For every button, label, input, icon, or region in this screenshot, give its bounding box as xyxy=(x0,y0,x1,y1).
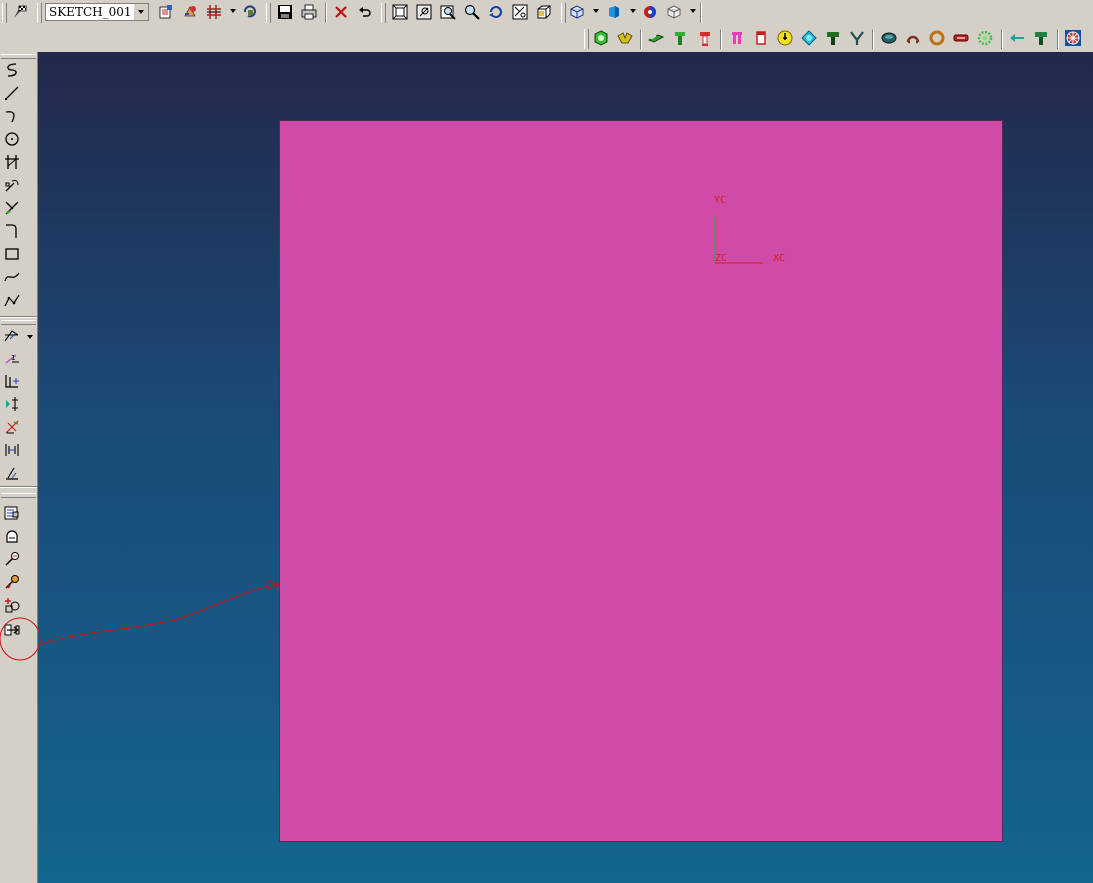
toolbar-separator xyxy=(872,29,874,49)
toolbar-separator xyxy=(640,29,642,49)
update-model-icon[interactable] xyxy=(240,2,260,22)
z-axis-label: ZC xyxy=(715,253,728,264)
shaded-icon[interactable] xyxy=(604,2,624,22)
pad-icon[interactable] xyxy=(727,28,747,48)
toolbar-grip[interactable] xyxy=(2,3,7,23)
toolbar-separator xyxy=(0,486,37,488)
view-cube-icon[interactable] xyxy=(534,2,554,22)
toolbar-separator xyxy=(1057,29,1059,49)
toolbar-grip[interactable] xyxy=(561,3,566,23)
arc-icon[interactable] xyxy=(2,106,22,126)
wireframe-icon[interactable] xyxy=(567,2,587,22)
edit-parameter-icon[interactable] xyxy=(2,572,22,592)
add-existing-icon[interactable] xyxy=(2,595,22,615)
project-curve-icon[interactable] xyxy=(2,526,22,546)
tree-icon[interactable] xyxy=(1031,28,1051,48)
fit-icon[interactable] xyxy=(390,2,410,22)
rectangle-icon[interactable] xyxy=(2,244,22,264)
sketch-name-select[interactable]: SKETCH_001 xyxy=(45,3,149,21)
boss-icon[interactable] xyxy=(670,28,690,48)
parallel-dim-icon[interactable] xyxy=(2,463,22,483)
gear-icon[interactable] xyxy=(975,28,995,48)
toolbar-separator xyxy=(720,29,722,49)
convert-reference-icon[interactable] xyxy=(2,620,22,640)
corner-icon[interactable] xyxy=(2,221,22,241)
dropdown-arrow-icon[interactable] xyxy=(630,9,636,13)
slot-icon[interactable] xyxy=(823,28,843,48)
sketch-name-value: SKETCH_001 xyxy=(49,5,132,19)
feature-yellow-icon[interactable] xyxy=(615,28,635,48)
chevron-down-icon[interactable] xyxy=(133,4,148,20)
x-axis-label: XC xyxy=(773,253,786,264)
dropdown-arrow-icon[interactable] xyxy=(690,9,696,13)
rotate-icon[interactable] xyxy=(486,2,506,22)
line-icon[interactable] xyxy=(2,83,22,103)
zoom-in-icon[interactable] xyxy=(462,2,482,22)
settings-wheel-icon[interactable] xyxy=(1063,28,1083,48)
perspective-icon[interactable] xyxy=(510,2,530,22)
pocket-icon[interactable] xyxy=(695,28,715,48)
render-icon[interactable] xyxy=(664,2,684,22)
red-bar-icon[interactable] xyxy=(951,28,971,48)
toolbar-grip[interactable] xyxy=(1,493,36,498)
toolbar-grip[interactable] xyxy=(266,3,271,23)
polyline-icon[interactable] xyxy=(2,290,22,310)
toolbar-separator xyxy=(325,3,327,23)
perpendicular-dim-icon[interactable]: 1 xyxy=(2,348,22,368)
circle-icon[interactable] xyxy=(2,129,22,149)
svg-text:1: 1 xyxy=(11,354,15,362)
orient-view-icon[interactable] xyxy=(156,2,176,22)
feature-toolbar xyxy=(0,26,1093,53)
delete-icon[interactable] xyxy=(331,2,351,22)
feature-green-icon[interactable] xyxy=(591,28,611,48)
reattach-icon[interactable] xyxy=(180,2,200,22)
undo-icon[interactable] xyxy=(355,2,375,22)
tool-icon[interactable] xyxy=(775,28,795,48)
zoom-region-icon[interactable] xyxy=(414,2,434,22)
sketch-finish-icon[interactable] xyxy=(10,2,30,22)
hole-icon[interactable] xyxy=(751,28,771,48)
dropdown-arrow-icon[interactable] xyxy=(27,335,33,339)
toolbar-separator xyxy=(700,3,702,23)
dropdown-arrow-icon[interactable] xyxy=(593,9,599,13)
offset-curve-icon[interactable] xyxy=(2,503,22,523)
extrude-icon[interactable] xyxy=(646,28,666,48)
toolbar-grip[interactable] xyxy=(37,3,42,23)
arrow-tool-icon[interactable] xyxy=(1007,28,1027,48)
angular-dim-icon[interactable] xyxy=(2,417,22,437)
work-csys xyxy=(714,216,763,264)
toolbar-separator xyxy=(0,316,37,318)
quick-trim-icon[interactable] xyxy=(2,152,22,172)
toolbar-grip[interactable] xyxy=(1,54,36,59)
fillet-icon[interactable] xyxy=(2,198,22,218)
sketch-tools-toolbar: 1 xyxy=(0,52,38,883)
sketch-plane[interactable]: YC ZC XC xyxy=(279,120,1003,842)
edit-curve-icon[interactable] xyxy=(2,549,22,569)
save-icon[interactable] xyxy=(275,2,295,22)
dropdown-arrow-icon[interactable] xyxy=(230,9,236,13)
diameter-dim-icon[interactable] xyxy=(2,440,22,460)
print-icon[interactable] xyxy=(299,2,319,22)
toolbar-grip[interactable] xyxy=(584,29,589,49)
dimension-icon[interactable] xyxy=(2,325,22,345)
quick-extend-icon[interactable] xyxy=(2,175,22,195)
groove-icon[interactable] xyxy=(847,28,867,48)
ring-icon[interactable] xyxy=(927,28,947,48)
vertical-dim-icon[interactable] xyxy=(2,394,22,414)
toolbar-grip[interactable] xyxy=(381,3,386,23)
circle-feature-icon[interactable] xyxy=(799,28,819,48)
chamfer-icon[interactable] xyxy=(879,28,899,48)
spline-icon[interactable] xyxy=(2,267,22,287)
constraint-grid-icon[interactable] xyxy=(204,2,224,22)
top-toolbar: SKETCH_001 xyxy=(0,0,1093,27)
blend-icon[interactable] xyxy=(903,28,923,48)
horizontal-dim-icon[interactable] xyxy=(2,371,22,391)
y-axis-label: YC xyxy=(714,195,727,206)
zoom-icon[interactable] xyxy=(438,2,458,22)
toolbar-separator xyxy=(1001,29,1003,49)
profile-icon[interactable] xyxy=(2,60,22,80)
display-icon[interactable] xyxy=(640,2,660,22)
